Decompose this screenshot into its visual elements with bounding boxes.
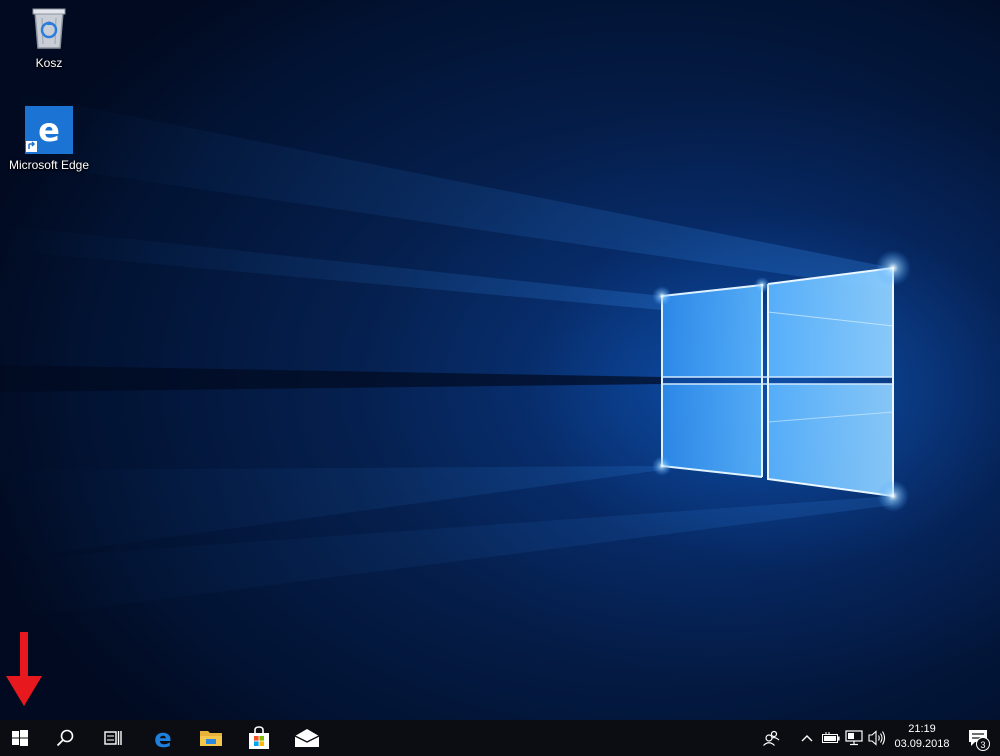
desktop-icon-microsoft-edge[interactable]: e Microsoft Edge — [4, 106, 94, 172]
network-button[interactable] — [843, 720, 865, 756]
svg-text:e: e — [154, 726, 172, 750]
show-hidden-icons-button[interactable] — [796, 720, 818, 756]
notification-count-badge: 3 — [976, 737, 990, 751]
search-button[interactable] — [42, 720, 88, 756]
people-button[interactable] — [756, 720, 786, 756]
battery-button[interactable] — [820, 720, 842, 756]
volume-icon — [868, 730, 886, 746]
taskbar: e 21:19 03.09.2018 — [0, 720, 1000, 756]
clock-time: 21:19 — [908, 723, 936, 735]
red-arrow-annotation — [6, 632, 42, 706]
task-view-icon — [104, 731, 122, 745]
battery-icon — [822, 732, 840, 743]
mail-icon — [295, 729, 319, 747]
desktop-icon-recycle-bin[interactable]: Kosz — [4, 4, 94, 70]
desktop-icon-label: Microsoft Edge — [8, 158, 90, 172]
desktop-icon-label: Kosz — [35, 56, 63, 70]
folder-icon — [200, 731, 222, 746]
taskbar-file-explorer-button[interactable] — [188, 720, 234, 756]
windows-wallpaper — [0, 90, 911, 620]
store-bag-icon — [249, 726, 269, 749]
volume-button[interactable] — [866, 720, 888, 756]
taskbar-mail-button[interactable] — [284, 720, 330, 756]
svg-text:e: e — [38, 111, 60, 149]
taskbar-store-button[interactable] — [236, 720, 282, 756]
people-icon — [763, 730, 780, 746]
edge-icon: e — [154, 726, 172, 750]
system-clock[interactable]: 21:19 03.09.2018 — [890, 722, 954, 756]
search-icon — [56, 729, 74, 747]
desktop[interactable]: Kosz e Microsoft Edge — [0, 0, 1000, 720]
network-icon — [845, 730, 863, 746]
edge-icon: e — [25, 106, 73, 154]
windows-logo-icon — [12, 730, 28, 746]
taskbar-edge-button[interactable]: e — [140, 720, 186, 756]
start-button[interactable] — [0, 720, 40, 756]
chevron-up-icon — [801, 735, 813, 742]
clock-date: 03.09.2018 — [894, 738, 950, 750]
recycle-bin-icon — [25, 4, 73, 52]
task-view-button[interactable] — [90, 720, 136, 756]
